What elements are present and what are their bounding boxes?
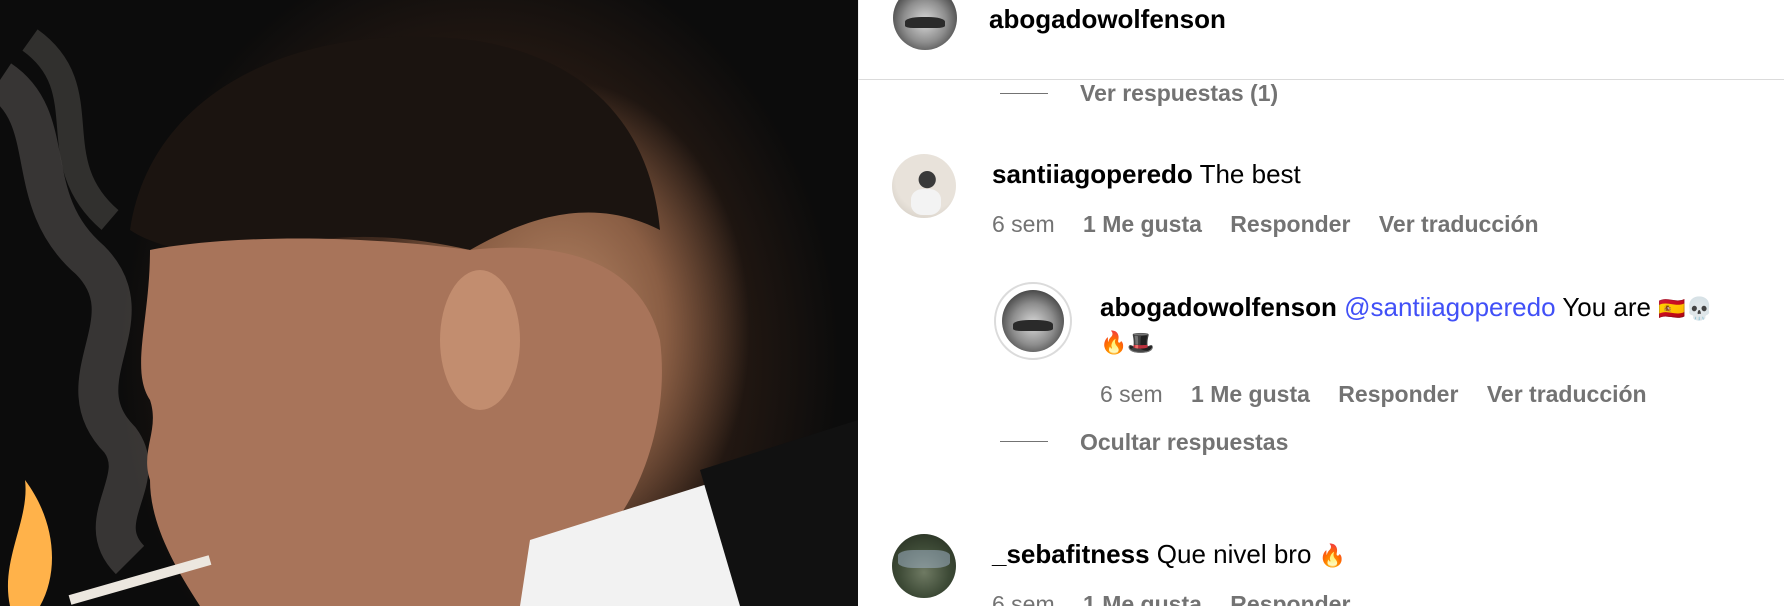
reply-time[interactable]: 6 sem [1100,381,1163,407]
reply-button[interactable]: Responder [1230,211,1350,237]
author-avatar[interactable] [893,0,957,50]
reply-likes[interactable]: 1 Me gusta [1191,381,1310,407]
comment-username[interactable]: _sebafitness [992,539,1150,569]
author-username[interactable]: abogadowolfenson [989,4,1226,34]
reply-mention-link[interactable]: @santiiagoperedo [1344,292,1555,322]
post-photo-illustration [0,29,858,606]
see-translation-button[interactable]: Ver traducción [1379,211,1539,237]
hide-replies-button[interactable]: Ocultar respuestas [1080,428,1288,456]
reply-button[interactable]: Responder [1230,591,1350,606]
comment-text: santiiagoperedo The best [992,157,1301,191]
reply-avatar-image [1002,290,1064,352]
comments-panel: abogadowolfenson Ver respuestas (1) sant… [858,0,1784,606]
fire-emoji: 🔥 [1318,544,1347,569]
reply-username[interactable]: abogadowolfenson [1100,292,1337,322]
replies-divider [1000,93,1048,94]
reply-body: You are [1562,292,1652,322]
reply-reply-button[interactable]: Responder [1338,381,1458,407]
reply-emoji-flag-skull: 🇪🇸💀 [1658,297,1714,322]
comment-time[interactable]: 6 sem [992,591,1055,606]
post-image [0,0,858,606]
comment-body: Que nivel bro [1156,539,1312,569]
comment-meta: 6 sem 1 Me gusta Responder Ver traducció… [992,210,1561,238]
comment-likes[interactable]: 1 Me gusta [1083,591,1202,606]
post-header: abogadowolfenson [858,0,1784,80]
reply-emoji-fire-tophat: 🔥🎩 [1100,331,1155,356]
hide-replies-divider [1000,441,1048,442]
view-replies-button[interactable]: Ver respuestas (1) [1080,79,1278,107]
comment-username[interactable]: santiiagoperedo [992,159,1193,189]
comment-body: The best [1199,159,1301,189]
reply-avatar[interactable] [994,282,1072,360]
comment-time[interactable]: 6 sem [992,211,1055,237]
comment-likes[interactable]: 1 Me gusta [1083,211,1202,237]
comment-meta: 6 sem 1 Me gusta Responder [992,590,1372,606]
reply-see-translation-button[interactable]: Ver traducción [1487,381,1647,407]
commenter-avatar[interactable] [892,534,956,598]
commenter-avatar[interactable] [892,154,956,218]
comment-text: _sebafitness Que nivel bro 🔥 [992,537,1346,574]
reply-text: abogadowolfenson @santiiagoperedo You ar… [1100,290,1713,327]
reply-meta: 6 sem 1 Me gusta Responder Ver traducció… [1100,380,1669,408]
